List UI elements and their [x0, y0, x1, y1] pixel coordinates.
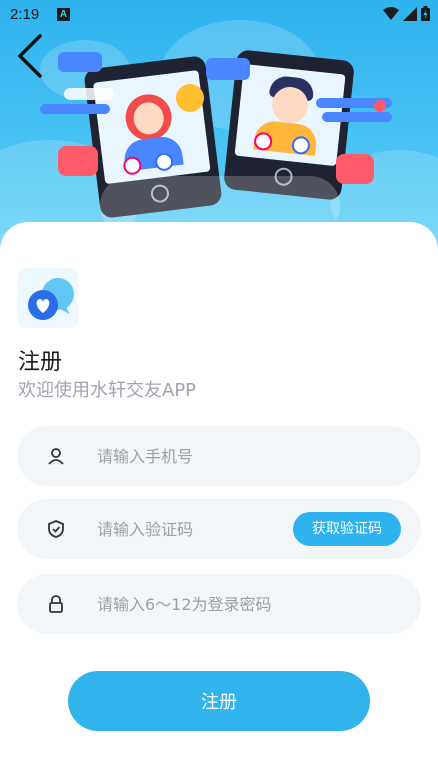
battery-icon — [421, 6, 430, 21]
phone-input[interactable] — [97, 436, 287, 476]
phone-field[interactable] — [17, 426, 421, 486]
password-field[interactable] — [17, 574, 421, 634]
password-input[interactable] — [97, 584, 397, 624]
chevron-left-icon — [18, 34, 42, 78]
status-bar: 2:19 A — [0, 0, 438, 30]
page-title: 注册 — [18, 350, 63, 375]
register-button[interactable]: 注册 — [68, 671, 370, 731]
signal-icon — [403, 6, 417, 21]
verification-code-field[interactable]: 获取验证码 — [17, 499, 421, 559]
get-code-button[interactable]: 获取验证码 — [293, 512, 401, 546]
shield-icon — [48, 520, 64, 538]
chat-heart-icon — [28, 278, 74, 320]
app-logo — [18, 268, 78, 328]
wifi-icon — [383, 6, 399, 20]
lock-icon — [49, 595, 63, 613]
back-button[interactable] — [14, 34, 50, 78]
notification-icon: A — [57, 8, 70, 21]
page-subtitle: 欢迎使用水轩交友APP — [18, 380, 197, 401]
hero-banner — [0, 0, 438, 250]
status-time: 2:19 — [10, 6, 40, 23]
user-icon — [48, 448, 64, 465]
verification-code-input[interactable] — [97, 509, 287, 549]
